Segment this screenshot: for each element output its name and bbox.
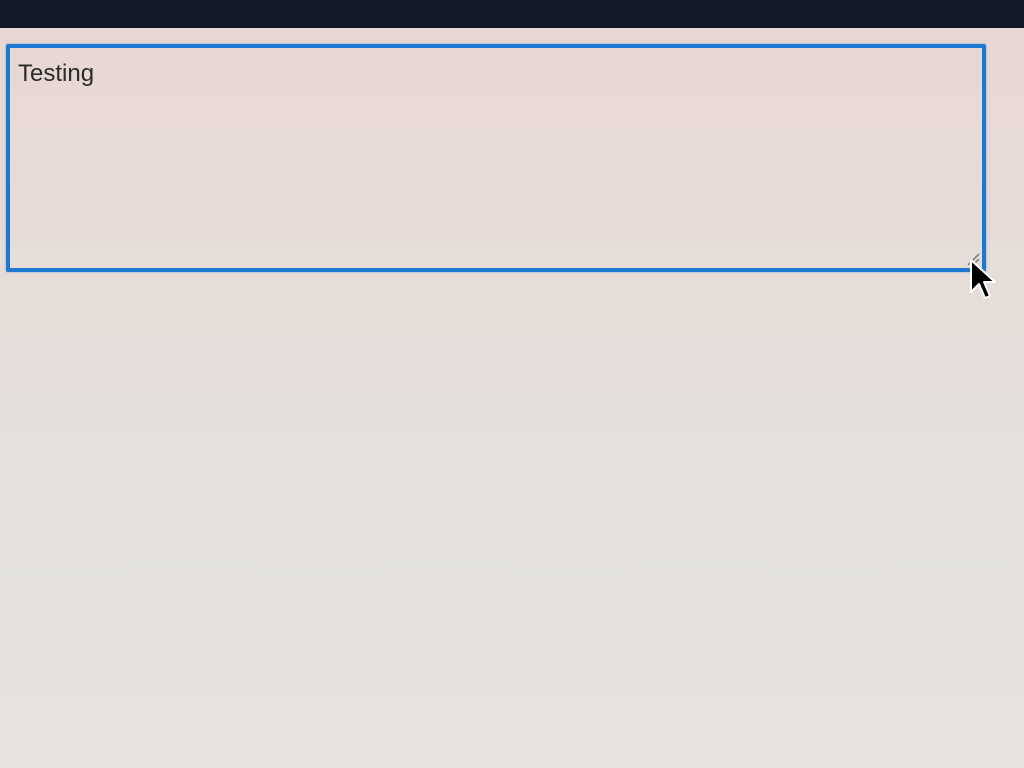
text-area-container[interactable] [6,44,986,272]
mouse-pointer-icon [970,259,996,299]
top-bar [0,0,1024,28]
text-area[interactable] [10,48,982,268]
